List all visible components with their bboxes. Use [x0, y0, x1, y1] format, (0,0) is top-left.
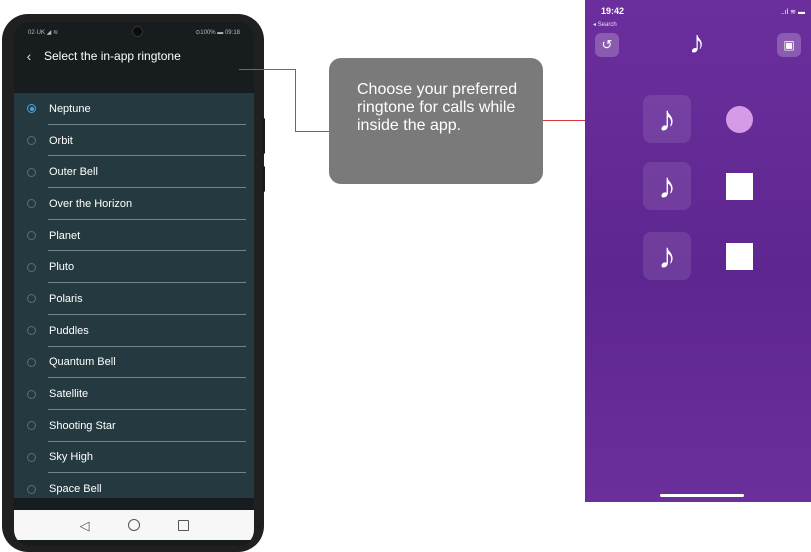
ringtone-item[interactable]: Satellite: [14, 378, 254, 410]
ringtone-label: Pluto: [49, 261, 75, 274]
ringtone-label: Shooting Star: [49, 419, 116, 432]
ringtone-label: Satellite: [49, 388, 89, 401]
ringtone-item[interactable]: Orbit: [14, 125, 254, 157]
ringtone-item[interactable]: Space Bell: [14, 473, 254, 498]
tone-play-button[interactable]: ♪: [643, 95, 691, 143]
radio-button[interactable]: [27, 262, 36, 272]
radio-button[interactable]: [27, 326, 36, 336]
radio-button[interactable]: [27, 452, 36, 462]
leader-line: [295, 69, 296, 132]
ios-time: 19:42: [601, 6, 625, 16]
ringtone-label: Orbit: [49, 134, 73, 147]
ringtone-item[interactable]: Neptune: [14, 93, 254, 125]
nav-back-icon[interactable]: ◁: [80, 519, 90, 532]
android-phone: 02·UK ◢ ≋ ⊙100% ▬ 09:18 ‹ Select the in-…: [2, 14, 265, 552]
ringtone-label: Planet: [49, 229, 81, 242]
ringtone-item[interactable]: Puddles: [14, 315, 254, 347]
radio-button[interactable]: [27, 357, 36, 367]
radio-button[interactable]: [27, 104, 36, 114]
tone-select-box[interactable]: [726, 243, 753, 270]
front-camera: [132, 26, 143, 37]
back-arrow-icon[interactable]: ‹: [14, 48, 40, 64]
save-icon: ▣: [783, 38, 795, 52]
status-left: 02·UK ◢ ≋: [28, 29, 58, 36]
ringtone-label: Space Bell: [49, 483, 102, 496]
android-screen: 02·UK ◢ ≋ ⊙100% ▬ 09:18 ‹ Select the in-…: [14, 22, 254, 546]
status-right: ⊙100% ▬ 09:18: [195, 29, 240, 36]
nav-home-icon[interactable]: [127, 519, 140, 531]
ringtone-item[interactable]: Planet: [14, 220, 254, 252]
android-nav-bar: ◁: [14, 510, 254, 540]
save-button[interactable]: ▣: [777, 33, 801, 57]
ringtone-label: Sky High: [49, 451, 94, 464]
radio-button[interactable]: [27, 136, 36, 146]
power-button: [262, 166, 265, 192]
undo-icon: ↺: [601, 37, 613, 52]
ringtone-item[interactable]: Over the Horizon: [14, 188, 254, 220]
ringtone-list: Neptune Orbit Outer Bell Over the Horizon Pl…: [14, 93, 254, 498]
music-note-icon: ♪: [658, 165, 676, 206]
music-note-icon: ♪: [658, 235, 676, 276]
selected-indicator: [726, 106, 753, 133]
callout-text: Choose your preferred ringtone for calls…: [357, 81, 518, 134]
ios-back-link[interactable]: ◂ Search: [593, 21, 617, 28]
radio-button[interactable]: [27, 484, 36, 494]
tone-play-button[interactable]: ♪: [643, 162, 691, 210]
ringtone-label: Quantum Bell: [49, 356, 116, 369]
music-note-icon: ♪: [689, 24, 705, 60]
radio-button[interactable]: [27, 294, 36, 304]
leader-line: [239, 69, 296, 70]
volume-button: [262, 118, 265, 154]
ringtone-item[interactable]: Sky High: [14, 442, 254, 474]
music-note-icon: ♪: [658, 98, 676, 139]
undo-button[interactable]: ↺: [595, 33, 619, 57]
ringtone-item[interactable]: Polaris: [14, 283, 254, 315]
ringtone-item[interactable]: Outer Bell: [14, 156, 254, 188]
tone-play-button[interactable]: ♪: [643, 232, 691, 280]
ringtone-label: Over the Horizon: [49, 197, 133, 210]
radio-button[interactable]: [27, 231, 36, 241]
ringtone-label: Puddles: [49, 324, 89, 337]
ringtone-item[interactable]: Quantum Bell: [14, 347, 254, 379]
radio-button[interactable]: [27, 421, 36, 431]
radio-button[interactable]: [27, 199, 36, 209]
page-title: Select the in-app ringtone: [44, 49, 181, 63]
callout-box: Choose your preferred ringtone for calls…: [329, 58, 543, 184]
ios-screen: 19:42 ◂ Search ..ıl ≋ ▬ ↺ ♪ ▣ ♪ ♪ ♪: [585, 0, 811, 502]
nav-recents-icon[interactable]: [177, 519, 189, 531]
ringtone-label: Outer Bell: [49, 166, 98, 179]
leader-line: [295, 131, 330, 132]
tone-select-box[interactable]: [726, 106, 753, 133]
tone-select-box[interactable]: [726, 173, 753, 200]
ios-status-icons: ..ıl ≋ ▬: [780, 9, 805, 16]
radio-button[interactable]: [27, 389, 36, 399]
radio-button[interactable]: [27, 167, 36, 177]
ringtone-label: Neptune: [49, 102, 91, 115]
home-indicator: [660, 494, 744, 497]
ringtone-item[interactable]: Shooting Star: [14, 410, 254, 442]
ringtone-item[interactable]: Pluto: [14, 251, 254, 283]
ringtone-label: Polaris: [49, 292, 83, 305]
app-header: ‹ Select the in-app ringtone: [14, 46, 254, 66]
